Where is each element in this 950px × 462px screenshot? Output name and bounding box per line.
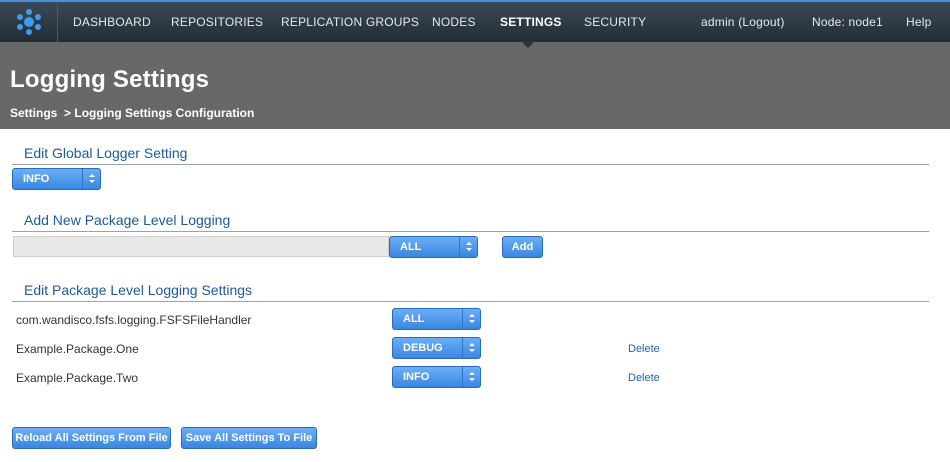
nav-settings[interactable]: SETTINGS — [500, 2, 562, 42]
app-logo[interactable] — [0, 2, 58, 42]
page-title: Logging Settings — [10, 66, 210, 93]
package-level-select[interactable]: DEBUG — [392, 337, 481, 359]
breadcrumb-settings[interactable]: Settings — [10, 106, 57, 120]
global-logger-title: Edit Global Logger Setting — [24, 145, 188, 161]
package-name: Example.Package.Two — [16, 371, 139, 385]
top-navbar: DASHBOARD REPOSITORIES REPLICATION GROUP… — [0, 0, 950, 42]
breadcrumb-current: > Logging Settings Configuration — [64, 106, 255, 120]
nav-security[interactable]: SECURITY — [584, 2, 646, 42]
nav-nodes[interactable]: NODES — [432, 2, 476, 42]
save-settings-button[interactable]: Save All Settings To File — [181, 427, 317, 449]
nav-replication-groups[interactable]: REPLICATION GROUPS — [281, 2, 419, 42]
add-package-title: Add New Package Level Logging — [24, 212, 231, 228]
delete-package-link[interactable]: Delete — [628, 343, 660, 355]
select-value: ALL — [400, 241, 422, 253]
package-name: Example.Package.One — [16, 342, 139, 356]
nav-help[interactable]: Help — [906, 2, 931, 42]
nav-repositories[interactable]: REPOSITORIES — [171, 2, 263, 42]
section-divider — [12, 301, 929, 302]
delete-package-link[interactable]: Delete — [628, 372, 660, 384]
nav-user-logout[interactable]: admin (Logout) — [701, 2, 785, 42]
select-arrows-icon — [462, 367, 480, 387]
select-arrows-icon — [462, 309, 480, 329]
edit-packages-title: Edit Package Level Logging Settings — [24, 282, 253, 298]
select-arrows-icon — [462, 338, 480, 358]
package-name-input[interactable] — [13, 236, 389, 257]
nav-dashboard[interactable]: DASHBOARD — [73, 2, 151, 42]
select-arrows-icon — [459, 237, 477, 257]
breadcrumb: Settings > Logging Settings Configuratio… — [10, 106, 254, 120]
select-value: ALL — [403, 313, 425, 325]
section-divider — [12, 231, 929, 232]
global-level-select[interactable]: INFO — [12, 168, 101, 190]
nav-node-label: Node: node1 — [812, 15, 883, 29]
add-package-button[interactable]: Add — [502, 236, 543, 258]
select-value: INFO — [403, 371, 430, 383]
select-arrows-icon — [82, 169, 100, 189]
page-header: Logging Settings Settings > Logging Sett… — [0, 42, 950, 129]
new-package-level-select[interactable]: ALL — [389, 236, 478, 258]
package-level-select[interactable]: INFO — [392, 366, 481, 388]
select-value: INFO — [23, 173, 50, 185]
logo-dots-icon — [17, 9, 41, 35]
active-nav-indicator — [521, 41, 535, 48]
reload-settings-button[interactable]: Reload All Settings From File — [12, 427, 171, 449]
section-divider — [12, 164, 929, 165]
select-value: DEBUG — [403, 342, 443, 354]
package-level-select[interactable]: ALL — [392, 308, 481, 330]
package-name: com.wandisco.fsfs.logging.FSFSFileHandle… — [16, 313, 252, 327]
